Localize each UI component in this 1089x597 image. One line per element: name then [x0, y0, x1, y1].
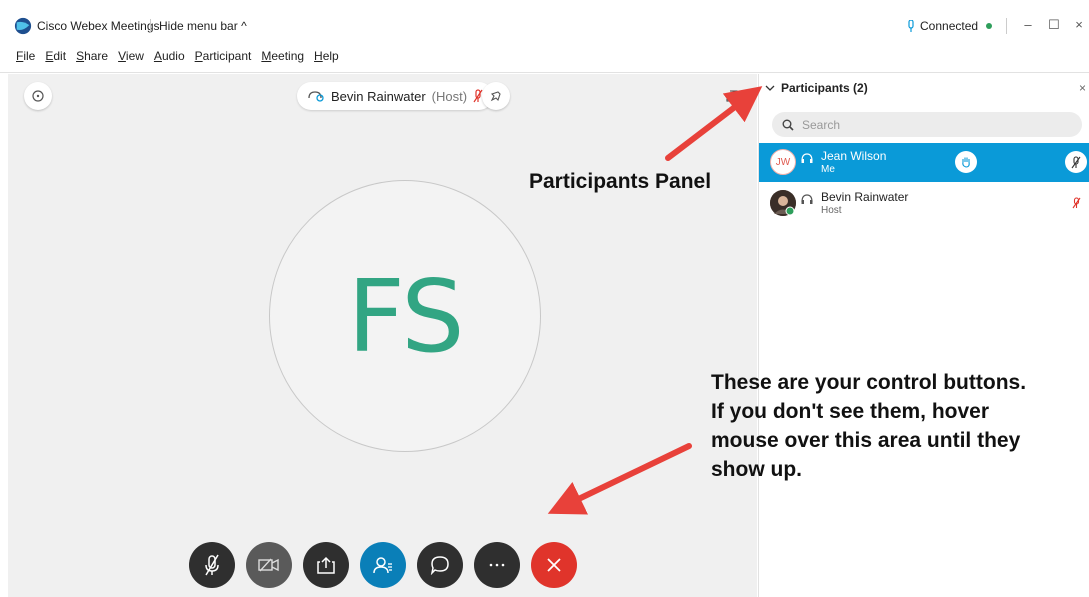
menu-audio[interactable]: Audio: [154, 49, 185, 63]
hide-menu-label: Hide menu bar: [159, 19, 238, 33]
meeting-controls: [189, 542, 577, 588]
mic-off-icon: [1071, 155, 1081, 168]
chat-button[interactable]: [417, 542, 463, 588]
title-separator: [150, 19, 151, 33]
connected-dot-icon: [986, 23, 993, 29]
window-separator: [1006, 18, 1007, 34]
menu-help[interactable]: Help: [314, 49, 339, 63]
menu-participant[interactable]: Participant: [195, 49, 252, 63]
mic-off-icon: [205, 554, 219, 576]
maximize-button[interactable]: ☐: [1044, 15, 1064, 35]
participant-name: Jean Wilson: [821, 149, 887, 163]
participants-button[interactable]: [360, 542, 406, 588]
mute-button[interactable]: [189, 542, 235, 588]
active-speaker-label: Bevin Rainwater (Host): [297, 82, 494, 110]
avatar-initials: FS: [347, 257, 464, 375]
leave-button[interactable]: [531, 542, 577, 588]
meeting-info-button[interactable]: [24, 82, 52, 110]
share-button[interactable]: [303, 542, 349, 588]
participants-panel-header[interactable]: Participants (2): [765, 81, 868, 95]
headset-icon: [801, 153, 813, 163]
pin-button[interactable]: [482, 82, 510, 110]
webex-logo-icon: [14, 17, 32, 35]
menu-file[interactable]: File: [16, 49, 35, 63]
mic-muted-icon: [1072, 197, 1081, 209]
headset-icon: [801, 194, 813, 204]
participant-row[interactable]: Bevin Rainwater Host: [759, 184, 1089, 223]
participant-mute-button[interactable]: [1065, 151, 1087, 173]
close-icon: [547, 558, 561, 572]
menu-edit[interactable]: Edit: [45, 49, 66, 63]
participants-panel: Participants (2) × Search JW Jean Wilson…: [758, 74, 1089, 597]
layout-button[interactable]: [718, 82, 746, 110]
pin-icon: [490, 91, 501, 102]
participant-avatar: JW: [770, 149, 796, 175]
hide-menu-bar-button[interactable]: Hide menu bar ^: [159, 19, 247, 33]
active-speaker-role: (Host): [431, 88, 468, 104]
participants-icon: [373, 557, 392, 574]
chat-icon: [430, 556, 449, 575]
connection-label: Connected: [920, 19, 979, 33]
participants-panel-title: Participants (2): [781, 81, 868, 95]
menu-bar: File Edit Share View Audio Participant M…: [0, 40, 1089, 73]
menu-meeting[interactable]: Meeting: [261, 49, 304, 63]
more-icon: [489, 563, 505, 567]
participant-search[interactable]: Search: [772, 112, 1082, 137]
chevron-up-icon: ^: [241, 19, 247, 33]
participant-subtitle: Me: [821, 164, 835, 175]
close-panel-button[interactable]: ×: [1079, 81, 1086, 95]
chevron-down-icon: [765, 85, 775, 91]
active-speaker-name: Bevin Rainwater: [331, 88, 426, 104]
title-bar: Cisco Webex Meetings Hide menu bar ^ Con…: [0, 12, 1089, 40]
participants-panel-annotation: Participants Panel: [529, 170, 712, 193]
profile-photo-icon: [770, 190, 796, 216]
participant-avatar: FS: [269, 180, 541, 452]
search-icon: [782, 119, 794, 131]
participant-avatar: [770, 190, 796, 216]
mic-icon: [908, 20, 914, 32]
participant-subtitle: Host: [821, 205, 842, 216]
hand-icon: [962, 157, 970, 168]
connection-status[interactable]: Connected: [907, 19, 993, 33]
minimize-button[interactable]: –: [1018, 15, 1038, 35]
participant-name: Bevin Rainwater: [821, 190, 909, 204]
menu-view[interactable]: View: [118, 49, 144, 63]
more-button[interactable]: [474, 542, 520, 588]
headset-icon: [308, 91, 324, 102]
app-title: Cisco Webex Meetings: [37, 19, 160, 33]
meeting-stage: Bevin Rainwater (Host) FS: [8, 74, 757, 597]
participant-row[interactable]: JW Jean Wilson Me: [759, 143, 1089, 182]
info-icon: [32, 90, 44, 102]
popout-icon: [726, 90, 738, 102]
raise-hand-button[interactable]: [955, 151, 977, 173]
menu-share[interactable]: Share: [76, 49, 108, 63]
controls-annotation: These are your control buttons. If you d…: [711, 371, 1027, 481]
search-placeholder: Search: [802, 117, 841, 132]
close-window-button[interactable]: ×: [1069, 15, 1089, 35]
video-off-icon: [258, 558, 279, 572]
video-button[interactable]: [246, 542, 292, 588]
share-icon: [317, 556, 335, 574]
